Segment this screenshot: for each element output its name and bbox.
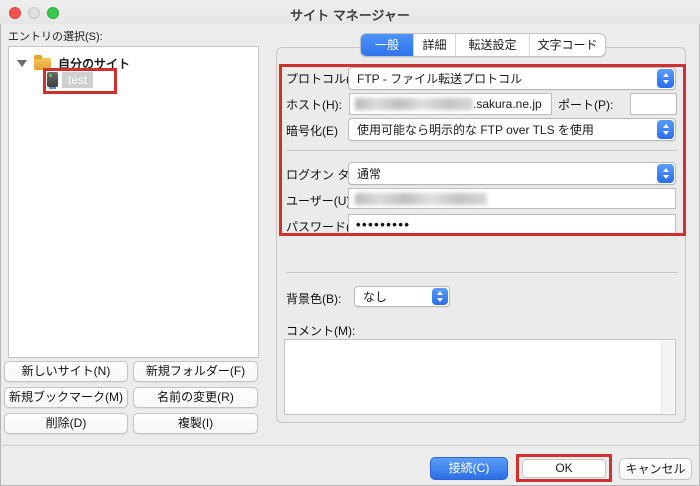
background-color-value: なし: [363, 288, 387, 305]
connect-button[interactable]: 接続(C): [430, 457, 508, 480]
titlebar: サイト マネージャー: [0, 0, 700, 24]
new-bookmark-button[interactable]: 新規ブックマーク(M): [4, 387, 128, 408]
rename-button[interactable]: 名前の変更(R): [133, 387, 258, 408]
scrollbar-track[interactable]: [661, 341, 674, 413]
chevron-down-icon: [437, 298, 443, 302]
delete-button[interactable]: 削除(D): [4, 413, 128, 434]
new-site-button[interactable]: 新しいサイト(N): [4, 361, 128, 382]
dropdown-stepper-icon[interactable]: [432, 288, 448, 305]
duplicate-button[interactable]: 複製(I): [133, 413, 258, 434]
tab-transfer-settings[interactable]: 転送設定: [455, 34, 529, 56]
annotation-rect-form: [279, 64, 686, 236]
entry-select-label: エントリの選択(S):: [8, 28, 103, 44]
tab-charset[interactable]: 文字コード: [529, 34, 605, 56]
tab-general[interactable]: 一般: [361, 34, 413, 56]
background-color-select[interactable]: なし: [354, 286, 450, 307]
tab-bar: 一般 詳細 転送設定 文字コード: [360, 33, 606, 57]
section-divider: [286, 272, 678, 273]
comment-label: コメント(M):: [286, 322, 355, 339]
annotation-rect-site: [43, 68, 117, 94]
comment-textarea[interactable]: [284, 339, 676, 415]
chevron-up-icon: [437, 291, 443, 295]
background-color-label: 背景色(B):: [286, 290, 341, 307]
site-manager-dialog: サイト マネージャー エントリの選択(S): 自分のサイト test 新しいサイ…: [0, 0, 700, 486]
tab-advanced[interactable]: 詳細: [413, 34, 455, 56]
footer-divider: [0, 445, 700, 446]
window-title: サイト マネージャー: [0, 5, 700, 24]
new-folder-button[interactable]: 新規フォルダー(F): [133, 361, 258, 382]
cancel-button[interactable]: キャンセル: [619, 458, 692, 480]
disclosure-triangle-icon[interactable]: [17, 60, 27, 67]
annotation-rect-ok: [516, 454, 612, 482]
